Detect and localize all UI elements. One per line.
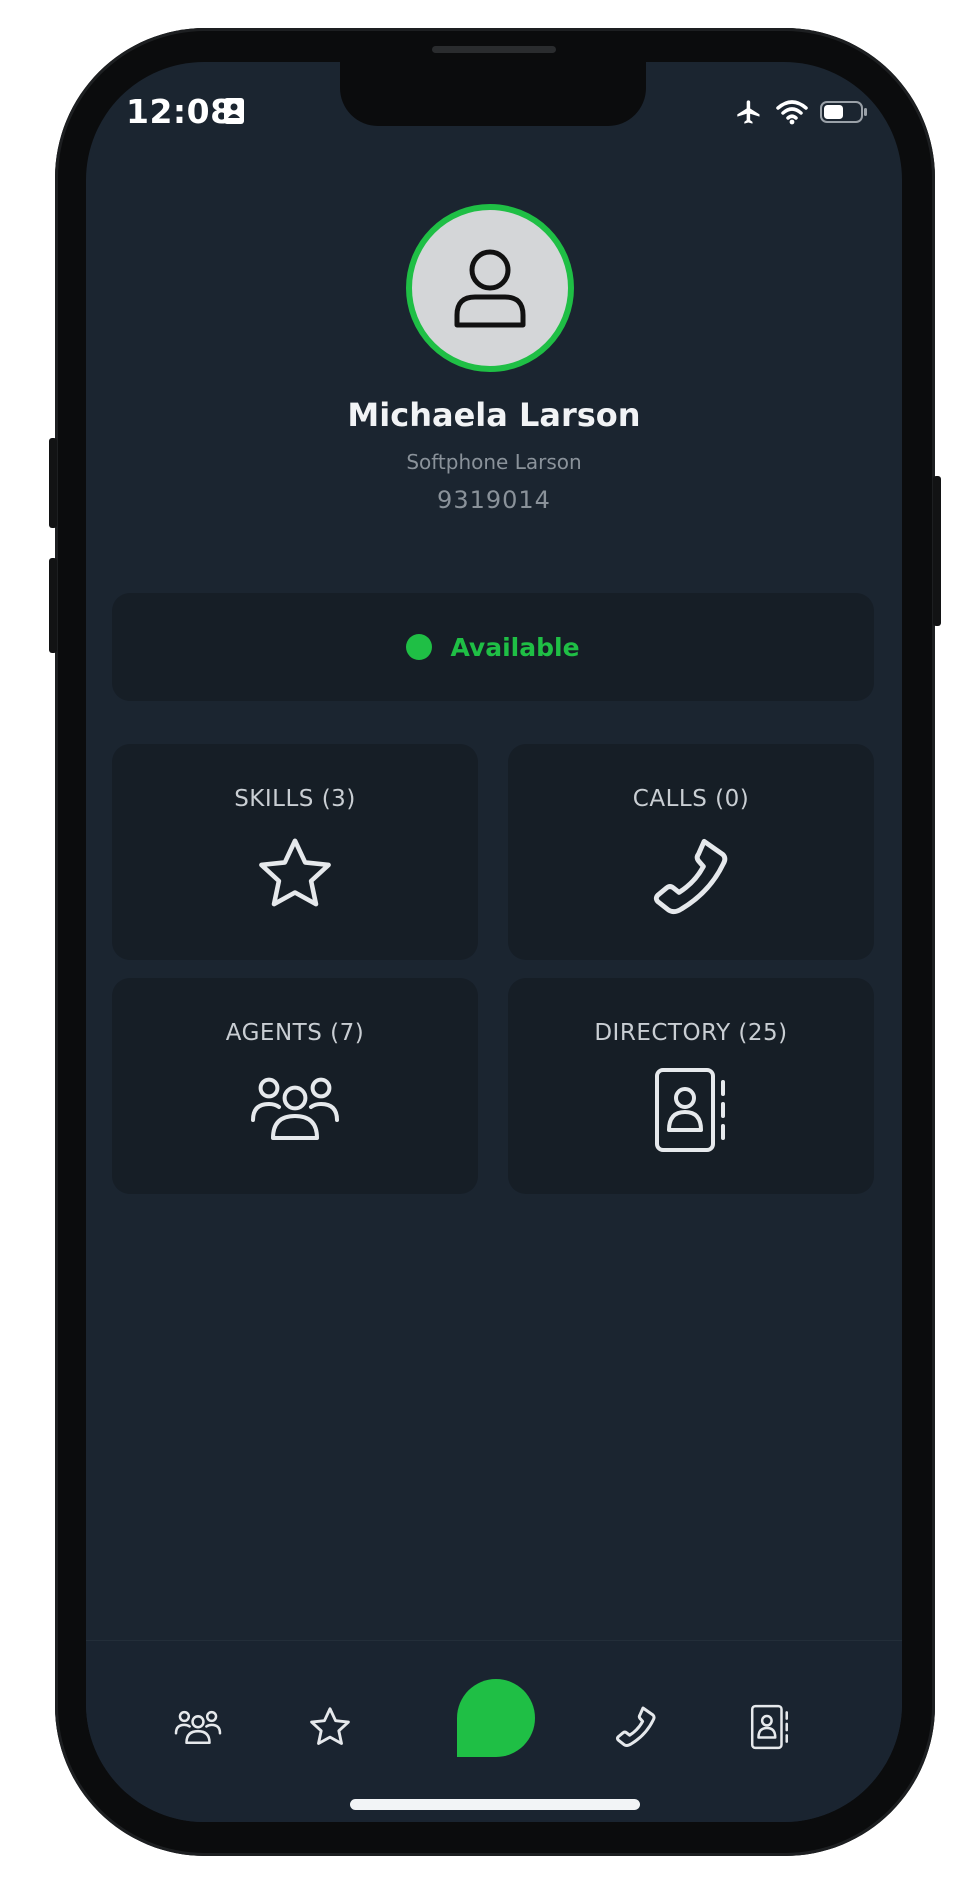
- device-name: Softphone Larson: [406, 450, 582, 474]
- skills-tile[interactable]: SKILLS (3): [112, 744, 478, 960]
- airplane-icon: [737, 100, 760, 124]
- star-icon: [259, 838, 331, 907]
- tile-label: SKILLS (3): [234, 786, 356, 812]
- notch: [340, 62, 646, 126]
- nav-directory[interactable]: [740, 1697, 800, 1757]
- agents-tile[interactable]: AGENTS (7): [112, 978, 478, 1194]
- contact-book-icon: [655, 1068, 725, 1152]
- tile-label: DIRECTORY (25): [594, 1020, 788, 1046]
- wifi-icon: [776, 100, 808, 125]
- home-indicator[interactable]: [350, 1799, 640, 1810]
- side-button: [933, 476, 941, 626]
- extension-number: 9319014: [437, 486, 551, 514]
- user-name: Michaela Larson: [347, 396, 641, 434]
- tile-label: CALLS (0): [632, 786, 750, 812]
- nav-calls[interactable]: [606, 1697, 666, 1757]
- battery-icon: [820, 101, 867, 123]
- tile-label: AGENTS (7): [225, 1020, 365, 1046]
- user-icon: [454, 249, 526, 328]
- avatar[interactable]: [406, 204, 574, 372]
- side-button: [49, 438, 57, 528]
- availability-label: Available: [450, 632, 580, 662]
- bottom-nav: [86, 1640, 902, 1822]
- contact-book-icon: [750, 1704, 788, 1750]
- speaker-grille: [432, 46, 556, 53]
- directory-tile[interactable]: DIRECTORY (25): [508, 978, 874, 1194]
- phone-icon: [653, 838, 728, 915]
- group-icon: [251, 1077, 339, 1140]
- phone-icon: [616, 1706, 656, 1747]
- group-icon: [174, 1710, 222, 1744]
- status-dot: [406, 634, 433, 660]
- status-icons: [734, 94, 868, 130]
- calls-tile[interactable]: CALLS (0): [508, 744, 874, 960]
- side-button: [49, 558, 57, 653]
- nav-skills[interactable]: [300, 1697, 360, 1757]
- chat-bubble-icon[interactable]: [457, 1679, 535, 1757]
- contact-card-icon: [224, 98, 244, 124]
- star-icon: [310, 1707, 350, 1745]
- status-time: 12:08: [126, 92, 234, 131]
- nav-agents[interactable]: [168, 1697, 228, 1757]
- availability-status-button[interactable]: Available: [112, 593, 874, 701]
- app-screen: 12:08 Michaela Larson Softphone Larson 9…: [86, 62, 902, 1822]
